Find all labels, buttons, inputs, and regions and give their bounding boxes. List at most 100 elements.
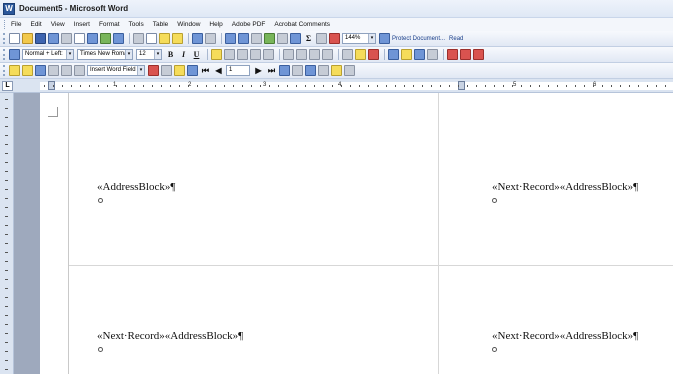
merge-field-cell[interactable]: «Next·Record»«AddressBlock»¶ <box>97 330 243 342</box>
protect-document-button[interactable]: Protect Document... <box>392 36 445 42</box>
menu-acrobat-comments[interactable]: Acrobat Comments <box>274 21 330 28</box>
open-data-source-icon[interactable] <box>22 65 33 76</box>
drawing-icon[interactable] <box>290 33 301 44</box>
outside-border-icon[interactable] <box>342 49 353 60</box>
acrobat-convert-icon[interactable] <box>447 49 458 60</box>
zoom-select[interactable]: 144% ▾ <box>342 33 376 44</box>
print-preview-icon[interactable] <box>87 33 98 44</box>
styles-formatting-icon[interactable] <box>9 49 20 60</box>
sigma-icon[interactable]: Σ <box>303 33 314 44</box>
cut-icon[interactable] <box>133 33 144 44</box>
tables-borders-icon[interactable] <box>238 33 249 44</box>
underline-button[interactable]: U <box>191 49 202 60</box>
menu-view[interactable]: View <box>51 21 65 28</box>
merge-to-fax-icon[interactable] <box>344 65 355 76</box>
email-icon[interactable] <box>61 33 72 44</box>
acrobat-email-icon[interactable] <box>460 49 471 60</box>
font-size-select[interactable]: 12 ▾ <box>136 49 162 60</box>
previous-record-icon[interactable]: ◀ <box>213 65 224 76</box>
help-icon[interactable] <box>379 33 390 44</box>
menu-grip[interactable] <box>4 20 7 29</box>
last-record-icon[interactable]: ⏭ <box>266 65 277 76</box>
permission-icon[interactable] <box>48 33 59 44</box>
insert-address-block-icon[interactable] <box>48 65 59 76</box>
print-icon[interactable] <box>74 33 85 44</box>
format-painter-icon[interactable] <box>172 33 183 44</box>
open-folder-icon[interactable] <box>22 33 33 44</box>
insert-merge-fields-icon[interactable] <box>74 65 85 76</box>
read-button[interactable]: Read <box>449 36 463 42</box>
document-map-icon[interactable] <box>316 33 327 44</box>
main-document-setup-icon[interactable] <box>9 65 20 76</box>
menu-help[interactable]: Help <box>209 21 222 28</box>
menu-insert[interactable]: Insert <box>74 21 90 28</box>
menu-edit[interactable]: Edit <box>30 21 41 28</box>
line-spacing-icon[interactable] <box>263 49 274 60</box>
insert-word-field-select[interactable]: Insert Word Field ▾ <box>87 65 145 76</box>
align-center-icon[interactable] <box>224 49 235 60</box>
bullets-icon[interactable] <box>296 49 307 60</box>
align-left-icon[interactable] <box>211 49 222 60</box>
next-record-icon[interactable]: ▶ <box>253 65 264 76</box>
toolbar-grip[interactable] <box>3 65 6 76</box>
research-icon[interactable] <box>113 33 124 44</box>
check-errors-icon[interactable] <box>292 65 303 76</box>
document-page[interactable]: «AddressBlock»¶ «Next·Record»«AddressBlo… <box>40 93 673 374</box>
record-number-field[interactable]: 1 <box>226 65 250 76</box>
mail-merge-recipients-icon[interactable] <box>35 65 46 76</box>
hyperlink-icon[interactable] <box>225 33 236 44</box>
numbering-icon[interactable] <box>283 49 294 60</box>
line-style-icon[interactable] <box>414 49 425 60</box>
merge-field-cell[interactable]: «AddressBlock»¶ <box>97 181 175 193</box>
highlight-icon[interactable] <box>355 49 366 60</box>
menu-tools[interactable]: Tools <box>129 21 144 28</box>
dash-style-icon[interactable] <box>427 49 438 60</box>
italic-button[interactable]: I <box>178 49 189 60</box>
menu-table[interactable]: Table <box>153 21 169 28</box>
fill-color-icon[interactable] <box>388 49 399 60</box>
font-color-icon[interactable] <box>368 49 379 60</box>
menu-file[interactable]: File <box>11 21 21 28</box>
merge-to-printer-icon[interactable] <box>318 65 329 76</box>
save-icon[interactable] <box>35 33 46 44</box>
decrease-indent-icon[interactable] <box>309 49 320 60</box>
insert-excel-icon[interactable] <box>264 33 275 44</box>
toolbar-grip[interactable] <box>3 49 6 60</box>
paste-icon[interactable] <box>159 33 170 44</box>
first-record-icon[interactable]: ⏮ <box>200 65 211 76</box>
menu-format[interactable]: Format <box>99 21 120 28</box>
increase-indent-icon[interactable] <box>322 49 333 60</box>
acrobat-review-icon[interactable] <box>473 49 484 60</box>
line-color-icon[interactable] <box>401 49 412 60</box>
bold-button[interactable]: B <box>165 49 176 60</box>
merge-field-cell[interactable]: «Next·Record»«AddressBlock»¶ <box>492 330 638 342</box>
find-entry-icon[interactable] <box>279 65 290 76</box>
show-hide-icon[interactable] <box>329 33 340 44</box>
word-app-icon[interactable]: W <box>3 2 15 15</box>
font-select[interactable]: Times New Roman ▾ <box>77 49 133 60</box>
toolbar-grip[interactable] <box>3 33 6 44</box>
align-right-icon[interactable] <box>237 49 248 60</box>
spelling-icon[interactable] <box>100 33 111 44</box>
right-indent-marker[interactable] <box>458 81 465 90</box>
new-document-icon[interactable] <box>9 33 20 44</box>
redo-icon[interactable] <box>205 33 216 44</box>
highlight-merge-fields-icon[interactable] <box>161 65 172 76</box>
merge-to-email-icon[interactable] <box>331 65 342 76</box>
view-merged-data-icon[interactable] <box>148 65 159 76</box>
insert-table-icon[interactable] <box>251 33 262 44</box>
match-fields-icon[interactable] <box>174 65 185 76</box>
tab-selector[interactable]: L <box>2 81 13 91</box>
menu-adobe-pdf[interactable]: Adobe PDF <box>232 21 266 28</box>
columns-icon[interactable] <box>277 33 288 44</box>
vertical-ruler[interactable] <box>0 93 14 374</box>
horizontal-ruler[interactable]: 1 2 3 4 5 6 <box>40 81 673 90</box>
insert-greeting-line-icon[interactable] <box>61 65 72 76</box>
undo-icon[interactable] <box>192 33 203 44</box>
merge-field-cell[interactable]: «Next·Record»«AddressBlock»¶ <box>492 181 638 193</box>
menu-window[interactable]: Window <box>177 21 200 28</box>
merge-to-new-document-icon[interactable] <box>305 65 316 76</box>
justify-icon[interactable] <box>250 49 261 60</box>
style-select[interactable]: Normal + Left: ▾ <box>22 49 74 60</box>
propagate-labels-icon[interactable] <box>187 65 198 76</box>
